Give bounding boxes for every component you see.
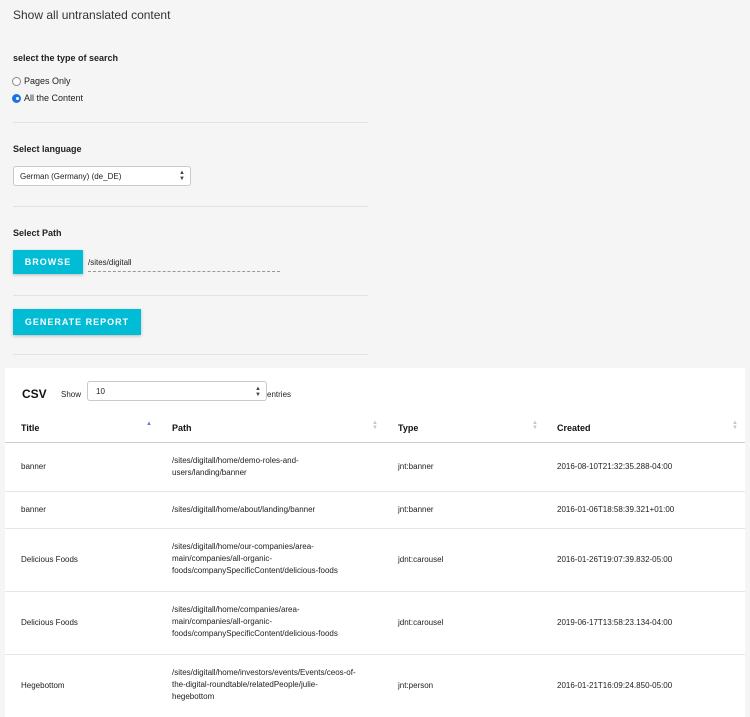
cell-created: 2016-01-21T16:09:24.850-05:00 — [557, 681, 673, 690]
table-row: banner /sites/digitall/home/about/landin… — [5, 492, 745, 529]
language-label: Select language — [13, 144, 82, 154]
sort-icon[interactable]: ▲ ▼ — [532, 420, 538, 431]
show-label: Show — [61, 390, 82, 399]
sort-icon[interactable]: ▲ ▼ — [372, 420, 378, 431]
table-row: Delicious Foods /sites/digitall/home/our… — [5, 529, 745, 592]
cell-title: banner — [21, 462, 46, 471]
results-card: CSV Show 10 ▲ ▼ entries Title ▲ Path ▲ ▼ T… — [5, 368, 745, 717]
cell-path: /sites/digitall/home/demo-roles-and-user… — [172, 456, 299, 477]
cell-path: /sites/digitall/home/about/landing/banne… — [172, 505, 316, 514]
sort-asc-icon[interactable]: ▲ — [146, 421, 152, 427]
sort-icon[interactable]: ▲ ▼ — [732, 420, 738, 431]
cell-title: banner — [21, 505, 46, 514]
radio-all-content[interactable]: All the Content — [12, 93, 83, 103]
select-arrows-icon: ▲ ▼ — [179, 170, 185, 182]
cell-created: 2016-01-26T19:07:39.832-05:00 — [557, 555, 673, 564]
divider — [13, 206, 368, 207]
cell-title: Delicious Foods — [21, 555, 78, 564]
divider — [13, 122, 368, 123]
radio-checked-icon[interactable] — [12, 93, 21, 103]
radio-all-content-label: All the Content — [24, 93, 84, 103]
cell-type: jnt:banner — [398, 462, 434, 471]
cell-path: /sites/digitall/home/our-companies/area-… — [172, 542, 338, 575]
cell-type: jnt:banner — [398, 505, 434, 514]
table-row: Delicious Foods /sites/digitall/home/com… — [5, 592, 745, 655]
column-header-created[interactable]: Created — [557, 423, 591, 433]
browse-button[interactable]: BROWSE — [13, 250, 83, 274]
language-selected-value: German (Germany) (de_DE) — [20, 171, 122, 181]
cell-type: jdnt:carousel — [398, 555, 444, 564]
entries-value: 10 — [96, 386, 105, 396]
radio-unchecked-icon[interactable] — [12, 76, 21, 86]
csv-export-button[interactable]: CSV — [22, 387, 47, 401]
cell-path: /sites/digitall/home/investors/events/Ev… — [172, 668, 356, 701]
language-select[interactable]: German (Germany) (de_DE) ▲ ▼ — [13, 166, 191, 186]
table-row: Hegebottom /sites/digitall/home/investor… — [5, 655, 745, 717]
divider — [13, 295, 368, 296]
path-input[interactable]: /sites/digitall — [88, 253, 280, 272]
generate-report-button[interactable]: GENERATE REPORT — [13, 309, 141, 335]
radio-pages-only[interactable]: Pages Only — [12, 76, 71, 86]
select-arrows-icon: ▲ ▼ — [255, 386, 261, 398]
column-header-type[interactable]: Type — [398, 423, 418, 433]
entries-select[interactable]: 10 ▲ ▼ — [87, 381, 267, 401]
table-header: Title ▲ Path ▲ ▼ Type ▲ ▼ Created ▲ ▼ — [5, 410, 745, 443]
cell-created: 2016-08-10T21:32:35.288-04:00 — [557, 462, 673, 471]
column-header-title[interactable]: Title — [21, 423, 39, 433]
cell-type: jnt:person — [398, 681, 434, 690]
column-header-path[interactable]: Path — [172, 423, 192, 433]
cell-title: Hegebottom — [21, 681, 65, 690]
entries-label: entries — [267, 390, 292, 399]
search-type-label: select the type of search — [13, 53, 119, 63]
cell-created: 2019-06-17T13:58:23.134-04:00 — [557, 618, 673, 627]
path-label: Select Path — [13, 228, 62, 238]
cell-path: /sites/digitall/home/companies/area-main… — [172, 605, 338, 638]
cell-type: jdnt:carousel — [398, 618, 444, 627]
cell-title: Delicious Foods — [21, 618, 78, 627]
path-value: /sites/digitall — [88, 257, 132, 267]
table-row: banner /sites/digitall/home/demo-roles-a… — [5, 442, 745, 492]
radio-pages-only-label: Pages Only — [24, 76, 71, 86]
divider — [13, 354, 368, 355]
cell-created: 2016-01-06T18:58:39.321+01:00 — [557, 505, 675, 514]
page-title: Show all untranslated content — [13, 8, 171, 22]
